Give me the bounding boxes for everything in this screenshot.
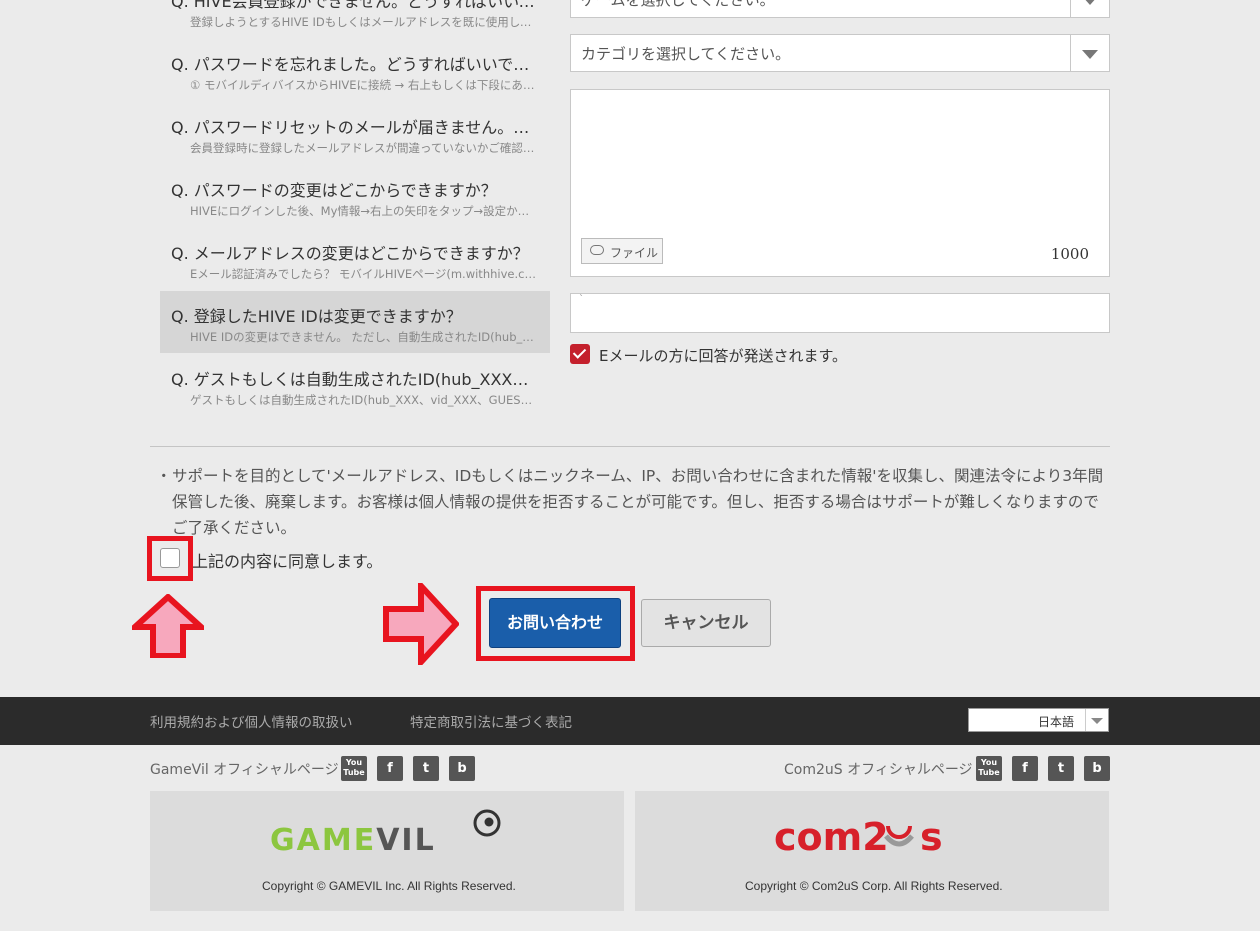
faq-answer: HIVEにログインした後、My情報→右上の矢印をタップ→設定からできます [190, 204, 538, 218]
language-select[interactable]: 日本語 [968, 708, 1109, 732]
faq-answer: HIVE IDの変更はできません。 ただし、自動生成されたID(hub_XXX)… [190, 330, 538, 344]
commercial-law-link[interactable]: 特定商取引法に基づく表記 [410, 711, 572, 731]
svg-text:s: s [920, 815, 943, 859]
com2us-copyright: Copyright © Com2uS Corp. All Rights Rese… [745, 879, 1003, 893]
blog-icon[interactable]: b [449, 756, 475, 781]
gamevil-logo: GAMEVIL [270, 809, 501, 858]
blog-icon[interactable]: b [1084, 756, 1110, 781]
gamevil-copyright: Copyright © GAMEVIL Inc. All Rights Rese… [262, 879, 516, 893]
chevron-down-icon[interactable] [1070, 35, 1109, 71]
char-counter: 1000 [1050, 245, 1089, 263]
chevron-down-icon[interactable] [1085, 709, 1108, 731]
faq-question: Q. パスワードリセットのメールが届きません。どうすればいいですか？ [171, 118, 536, 137]
game-select[interactable]: ゲームを選択してください。 [570, 0, 1110, 18]
faq-item[interactable]: Q. パスワードリセットのメールが届きません。どうすればいいですか？ 会員登録時… [160, 102, 550, 164]
faq-answer: ゲストもしくは自動生成されたID(hub_XXX、vid_XXX、GUEST_X… [190, 393, 538, 407]
youtube-icon[interactable]: You Tube [341, 756, 367, 781]
email-input[interactable]: ` [570, 293, 1110, 333]
footer-bar: 利用規約および個人情報の取扱い 特定商取引法に基づく表記 日本語 [0, 697, 1260, 745]
faq-answer: 会員登録時に登録したメールアドレスが間違っていないかご確認ください [190, 141, 538, 155]
language-select-value: 日本語 [1037, 715, 1074, 729]
terms-privacy-link[interactable]: 利用規約および個人情報の取扱い [150, 711, 353, 731]
twitter-icon[interactable]: t [413, 756, 439, 781]
category-select-value: カテゴリを選択してください。 [581, 45, 791, 63]
faq-item[interactable]: Q. ゲストもしくは自動生成されたID(hub_XXX、vid_XXX)とは何で… [160, 354, 550, 416]
youtube-icon[interactable]: You Tube [976, 756, 1002, 781]
email-input-value: ` [579, 294, 584, 305]
category-select[interactable]: カテゴリを選択してください。 [570, 34, 1110, 72]
faq-item-active[interactable]: Q. 登録したHIVE IDは変更できますか？ HIVE IDの変更はできません… [160, 291, 550, 353]
faq-question: Q. メールアドレスの変更はどこからできますか？ [171, 244, 529, 263]
facebook-icon[interactable]: f [377, 756, 403, 781]
faq-item[interactable]: Q. パスワードの変更はどこからできますか？ HIVEにログインした後、My情報… [160, 165, 550, 227]
com2us-logo: com2 s [774, 815, 943, 859]
faq-question: Q. 登録したHIVE IDは変更できますか？ [171, 307, 462, 326]
paperclip-icon [590, 245, 604, 255]
faq-question: Q. パスワードを忘れました。どうすればいいでしょうか？ [171, 55, 536, 74]
file-attach-label: ファイル [610, 246, 659, 260]
faq-answer: 登録しようとするHIVE IDもしくはメールアドレスを既に使用しています [190, 15, 538, 29]
svg-text:GAMEVIL: GAMEVIL [270, 823, 436, 858]
gamevil-official-label: GameVil オフィシャルページ [150, 762, 339, 778]
game-select-value: ゲームを選択してください。 [581, 0, 775, 9]
faq-answer: Eメール認証済みでしたら？ モバイルHIVEページ(m.withhive.com… [190, 267, 538, 281]
faq-item[interactable]: Q. パスワードを忘れました。どうすればいいでしょうか？ ① モバイルディバイス… [160, 39, 550, 101]
notice-bullet: ・ [156, 467, 172, 485]
highlight-box-checkbox [147, 536, 193, 581]
agree-label: 上記の内容に同意します。 [192, 552, 383, 571]
inquiry-textarea[interactable]: ファイル 1000 [570, 89, 1110, 277]
faq-item[interactable]: Q. メールアドレスの変更はどこからできますか？ Eメール認証済みでしたら？ モ… [160, 228, 550, 290]
notice-text: サポートを目的として'メールアドレス、IDもしくはニックネーム、IP、お問い合わ… [172, 467, 1104, 537]
arrow-up-icon [132, 594, 204, 658]
faq-item[interactable]: Q. HIVE会員登録ができません。どうすればいいですか？ 登録しようとするHI… [160, 0, 550, 38]
cancel-button[interactable]: キャンセル [641, 599, 771, 647]
divider [150, 446, 1110, 447]
email-reply-checkbox[interactable] [570, 344, 590, 364]
submit-inquiry-button[interactable]: お問い合わせ [489, 598, 621, 648]
faq-question: Q. ゲストもしくは自動生成されたID(hub_XXX、vid_XXX)とは何で… [171, 370, 536, 389]
twitter-icon[interactable]: t [1048, 756, 1074, 781]
facebook-icon[interactable]: f [1012, 756, 1038, 781]
email-reply-label: Eメールの方に回答が発送されます。 [599, 347, 847, 365]
file-attach-button[interactable]: ファイル [581, 238, 663, 264]
faq-question: Q. HIVE会員登録ができません。どうすればいいですか？ [171, 0, 536, 11]
com2us-official-label: Com2uS オフィシャルページ [784, 762, 973, 778]
faq-question: Q. パスワードの変更はどこからできますか？ [171, 181, 497, 200]
arrow-right-icon [383, 583, 459, 665]
chevron-down-icon[interactable] [1070, 0, 1109, 17]
svg-text:com2: com2 [774, 815, 889, 859]
faq-answer: ① モバイルディバイスからHIVEに接続 → 右上もしくは下段にあるメニュー [190, 78, 538, 92]
